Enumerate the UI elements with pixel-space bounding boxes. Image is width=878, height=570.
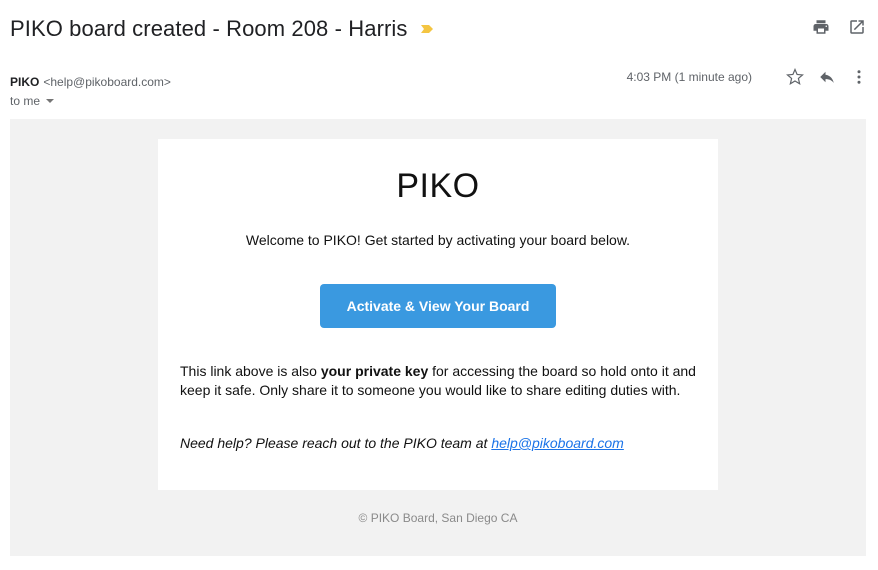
help-text-prefix: Need help? Please reach out to the PIKO …: [180, 435, 492, 451]
sender-name[interactable]: PIKO: [10, 75, 39, 89]
private-key-emphasis: your private key: [320, 363, 429, 379]
help-email-link[interactable]: help@pikoboard.com: [491, 435, 624, 451]
email-body: PIKO Welcome to PIKO! Get started by act…: [10, 119, 866, 556]
more-vertical-icon[interactable]: [850, 68, 868, 86]
recipients-dropdown[interactable]: to me: [10, 94, 55, 108]
open-in-new-window-icon[interactable]: [848, 18, 866, 36]
message-meta: 4:03 PM (1 minute ago): [627, 68, 868, 86]
email-footer: © PIKO Board, San Diego CA: [358, 511, 518, 525]
chevron-down-icon: [46, 99, 55, 103]
star-icon[interactable]: [786, 68, 804, 86]
top-toolbar: [812, 18, 866, 36]
email-subject: PIKO board created - Room 208 - Harris: [10, 16, 408, 41]
help-text: Need help? Please reach out to the PIKO …: [180, 435, 696, 451]
private-key-note: This link above is also your private key…: [180, 362, 696, 400]
reply-icon[interactable]: [818, 68, 836, 86]
importance-marker-icon[interactable]: [420, 22, 434, 36]
subject-row: PIKO board created - Room 208 - Harris: [10, 14, 868, 44]
private-note-text-1: This link above is also: [180, 363, 321, 379]
email-card: PIKO Welcome to PIKO! Get started by act…: [158, 139, 718, 490]
to-me-label: to me: [10, 94, 41, 108]
sender-email: <help@pikoboard.com>: [43, 75, 171, 89]
message-time: 4:03 PM (1 minute ago): [626, 70, 752, 84]
welcome-text: Welcome to PIKO! Get started by activati…: [245, 232, 631, 248]
activate-board-button[interactable]: Activate & View Your Board: [320, 284, 556, 328]
piko-logo: PIKO: [396, 167, 480, 205]
print-icon[interactable]: [812, 18, 830, 36]
